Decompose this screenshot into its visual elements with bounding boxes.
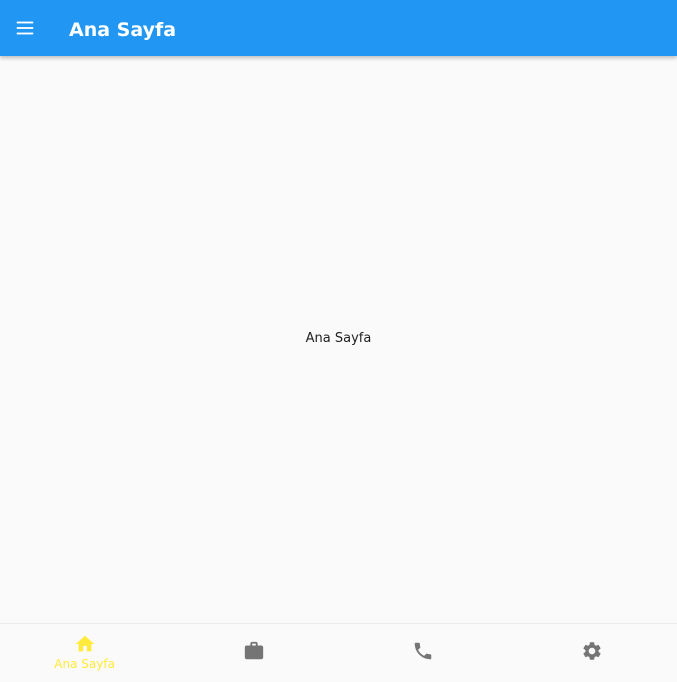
gear-icon <box>583 642 601 660</box>
app-root: Ana Sayfa Ana Sayfa Ana Sayfa <box>0 0 677 682</box>
home-icon <box>75 635 94 652</box>
nav-item-settings[interactable] <box>508 624 677 682</box>
main-content: Ana Sayfa <box>0 56 677 623</box>
nav-item-home[interactable]: Ana Sayfa <box>0 624 169 682</box>
briefcase-icon <box>244 641 264 660</box>
menu-button[interactable] <box>8 12 42 44</box>
nav-item-label: Ana Sayfa <box>54 657 115 671</box>
app-bar: Ana Sayfa <box>0 0 677 56</box>
phone-icon <box>414 642 432 660</box>
body-text: Ana Sayfa <box>305 331 372 346</box>
nav-item-briefcase[interactable] <box>169 624 338 682</box>
menu-icon <box>16 21 34 35</box>
bottom-navigation-bar: Ana Sayfa <box>0 623 677 682</box>
page-title: Ana Sayfa <box>69 19 177 41</box>
nav-item-phone[interactable] <box>339 624 508 682</box>
